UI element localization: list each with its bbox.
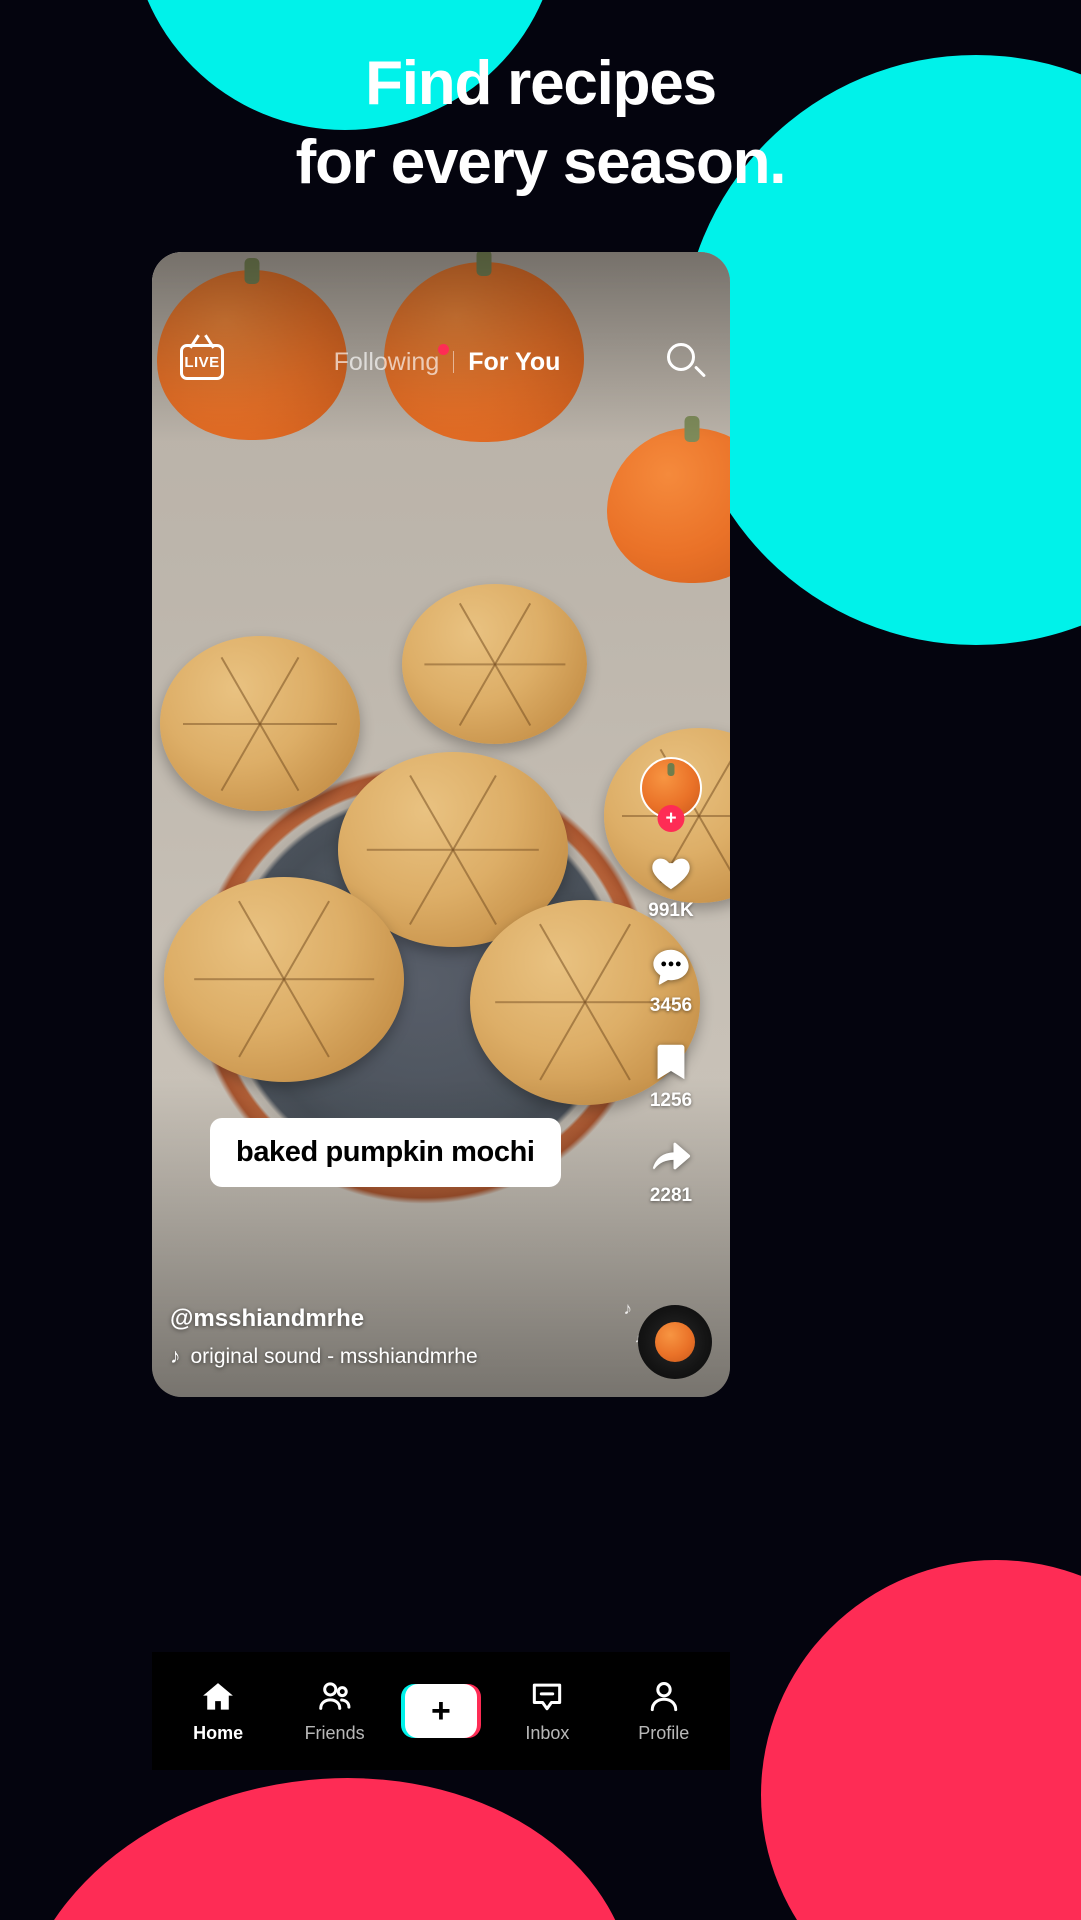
- phone-mockup: LIVE Following For You + 991K 3456 1256 …: [152, 252, 730, 1397]
- live-tv-icon: LIVE: [180, 344, 224, 380]
- action-rail: + 991K 3456 1256 2281: [632, 757, 710, 1229]
- mochi-bun: [160, 636, 360, 811]
- share-icon: [652, 1142, 691, 1170]
- share-button[interactable]: 2281: [648, 1134, 694, 1207]
- live-button[interactable]: LIVE: [174, 344, 230, 380]
- bottom-tab-bar: Home Friends + Inbox Profile: [152, 1652, 730, 1770]
- bookmark-count: 1256: [649, 1090, 693, 1111]
- page-title: Find recipes for every season.: [0, 44, 1081, 203]
- create-video-button[interactable]: +: [400, 1684, 481, 1738]
- follow-button[interactable]: +: [657, 805, 685, 832]
- tab-home[interactable]: Home: [168, 1678, 268, 1744]
- live-label: LIVE: [184, 353, 220, 371]
- tab-following-label: Following: [333, 347, 440, 376]
- sound-disc-art: [655, 1322, 695, 1362]
- tab-friends[interactable]: Friends: [285, 1678, 385, 1744]
- tab-home-label: Home: [193, 1723, 244, 1743]
- headline-line-1: Find recipes: [365, 49, 717, 118]
- tab-profile[interactable]: Profile: [614, 1678, 714, 1744]
- search-icon[interactable]: [664, 340, 708, 384]
- headline-line-2: for every season.: [295, 128, 787, 198]
- bookmark-button[interactable]: 1256: [648, 1039, 694, 1112]
- music-note-float-icon: ♪: [623, 1299, 633, 1318]
- profile-icon: [650, 1682, 677, 1712]
- share-count: 2281: [649, 1185, 693, 1206]
- like-count: 991K: [648, 900, 694, 921]
- sound-title: original sound - msshiandmrhe: [190, 1345, 478, 1368]
- tab-profile-label: Profile: [638, 1723, 690, 1743]
- tab-for-you[interactable]: For You: [454, 348, 574, 377]
- tab-inbox[interactable]: Inbox: [497, 1678, 597, 1744]
- pumpkin-decor: [607, 428, 730, 583]
- bookmark-icon: [657, 1044, 685, 1080]
- comment-count: 3456: [649, 995, 693, 1016]
- sound-disc[interactable]: [638, 1305, 712, 1379]
- comment-icon: [653, 949, 689, 985]
- music-note-icon: ♪: [170, 1345, 181, 1368]
- home-icon: [203, 1683, 234, 1710]
- tab-following[interactable]: Following: [320, 343, 454, 377]
- feed-tabs: Following For You: [230, 343, 664, 377]
- tab-friends-label: Friends: [304, 1723, 365, 1743]
- heart-icon: [652, 858, 690, 890]
- mochi-bun: [402, 584, 587, 744]
- sound-row[interactable]: ♪ original sound - msshiandmrhe: [170, 1345, 610, 1369]
- video-meta: @msshiandmrhe ♪ original sound - msshian…: [170, 1305, 610, 1369]
- comment-button[interactable]: 3456: [648, 944, 694, 1017]
- inbox-icon: [533, 1683, 562, 1711]
- mochi-bun: [164, 877, 404, 1082]
- friends-icon: [318, 1682, 351, 1710]
- pink-circle-right: [761, 1560, 1081, 1920]
- video-caption[interactable]: baked pumpkin mochi: [210, 1118, 561, 1187]
- create-plus-icon: +: [404, 1684, 477, 1738]
- tab-inbox-label: Inbox: [525, 1723, 570, 1743]
- tab-for-you-label: For You: [468, 347, 561, 376]
- notification-dot-icon: [438, 343, 450, 355]
- like-button[interactable]: 991K: [648, 849, 694, 922]
- author-avatar[interactable]: +: [640, 757, 702, 832]
- author-username[interactable]: @msshiandmrhe: [170, 1305, 610, 1333]
- top-navigation-bar: LIVE Following For You: [152, 338, 730, 386]
